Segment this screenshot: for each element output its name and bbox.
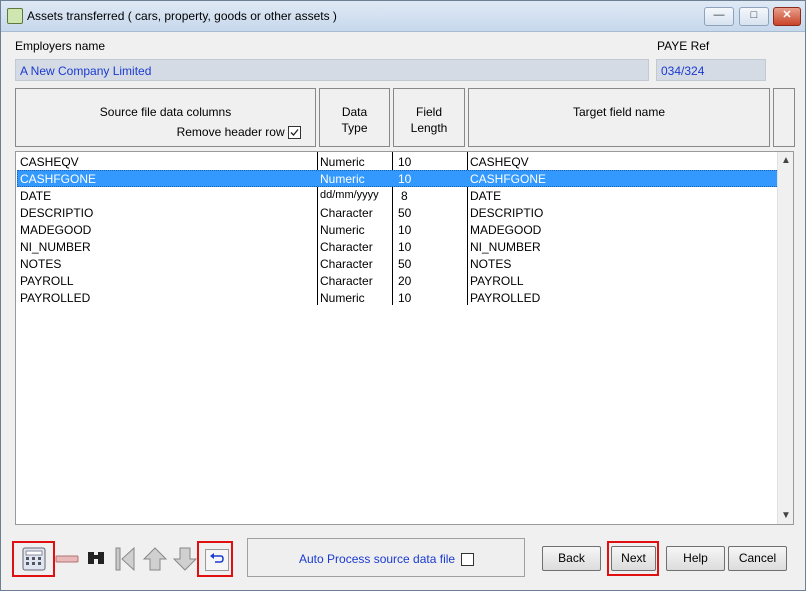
- source-cell: DESCRIPTIO: [20, 206, 94, 220]
- first-record-button[interactable]: [112, 541, 138, 577]
- type-cell: Character: [320, 240, 373, 254]
- table-row[interactable]: PAYROLL Character 20 PAYROLL: [17, 272, 779, 289]
- type-cell: Character: [320, 274, 373, 288]
- table-row[interactable]: NOTES Character 50 NOTES: [17, 255, 779, 272]
- undo-icon: [210, 553, 224, 563]
- up-arrow-icon: [142, 547, 168, 571]
- source-cell: NI_NUMBER: [20, 240, 91, 254]
- target-cell: NOTES: [470, 257, 512, 271]
- close-button[interactable]: ✕: [773, 7, 801, 26]
- auto-process-panel: Auto Process source data file: [247, 538, 525, 577]
- header-spacer: [773, 88, 795, 147]
- length-cell: 8: [401, 189, 408, 203]
- minus-icon: [55, 555, 79, 563]
- target-field-header-label: Target field name: [572, 105, 666, 119]
- field-length-header-line1: Field: [415, 105, 442, 119]
- type-cell: Numeric: [320, 291, 365, 305]
- scroll-up-icon[interactable]: ▲: [781, 155, 791, 166]
- minimize-button[interactable]: —: [704, 7, 734, 26]
- table-row-selected[interactable]: CASHFGONE Numeric 10 CASHFGONE: [17, 170, 779, 187]
- move-up-button[interactable]: [141, 541, 169, 577]
- delete-button[interactable]: [55, 541, 80, 577]
- paye-ref-label: PAYE Ref: [657, 39, 710, 53]
- length-cell: 10: [398, 172, 412, 186]
- vertical-scrollbar[interactable]: ▲ ▼: [777, 152, 793, 524]
- data-type-header-line2: Type: [341, 121, 368, 135]
- title-bar[interactable]: Assets transferred ( cars, property, goo…: [1, 1, 805, 32]
- back-button[interactable]: Back: [542, 546, 601, 571]
- target-cell: DATE: [470, 189, 502, 203]
- type-cell: Numeric: [320, 223, 365, 237]
- source-cell: MADEGOOD: [20, 223, 92, 237]
- first-record-icon: [115, 546, 135, 572]
- calculator-icon: [22, 547, 46, 571]
- calculator-button[interactable]: [12, 541, 55, 577]
- type-cell: Character: [320, 206, 373, 220]
- source-cell: CASHEQV: [20, 155, 79, 169]
- type-cell: dd/mm/yyyy: [320, 189, 379, 201]
- target-cell: MADEGOOD: [470, 223, 542, 237]
- field-length-header-line2: Length: [410, 121, 448, 135]
- type-cell: Character: [320, 257, 373, 271]
- mapping-grid[interactable]: CASHEQV Numeric 10 CASHEQV CASHFGONE Num…: [15, 151, 794, 525]
- target-field-header: Target field name: [468, 88, 770, 147]
- type-cell: Numeric: [320, 155, 365, 169]
- table-row[interactable]: CASHEQV Numeric 10 CASHEQV: [17, 153, 779, 170]
- table-row[interactable]: DATE dd/mm/yyyy 8 DATE: [17, 187, 779, 204]
- remove-header-row-checkbox[interactable]: [288, 126, 301, 140]
- employers-name-label: Employers name: [15, 39, 106, 53]
- down-arrow-icon: [172, 547, 198, 571]
- length-cell: 10: [398, 155, 412, 169]
- help-button[interactable]: Help: [666, 546, 725, 571]
- maximize-button[interactable]: □: [739, 7, 769, 26]
- auto-process-option[interactable]: Auto Process source data file: [299, 552, 475, 567]
- remove-header-row-option[interactable]: Remove header row: [176, 125, 301, 140]
- move-down-button[interactable]: [171, 541, 199, 577]
- next-button[interactable]: Next: [611, 546, 656, 571]
- target-cell: DESCRIPTIO: [470, 206, 544, 220]
- binoculars-icon: [88, 552, 104, 564]
- length-cell: 50: [398, 257, 412, 271]
- find-button[interactable]: [83, 541, 109, 577]
- type-cell: Numeric: [320, 172, 365, 186]
- length-cell: 10: [398, 240, 412, 254]
- cancel-button[interactable]: Cancel: [728, 546, 787, 571]
- field-length-header: Field Length: [393, 88, 465, 147]
- length-cell: 10: [398, 291, 412, 305]
- table-row[interactable]: DESCRIPTIO Character 50 DESCRIPTIO: [17, 204, 779, 221]
- source-columns-header: Source file data columns Remove header r…: [15, 88, 316, 147]
- source-columns-header-label: Source file data columns: [99, 105, 232, 119]
- employers-name-field[interactable]: A New Company Limited: [15, 59, 649, 81]
- auto-process-label: Auto Process source data file: [299, 552, 456, 566]
- table-row[interactable]: MADEGOOD Numeric 10 MADEGOOD: [17, 221, 779, 238]
- paye-ref-field[interactable]: 034/324: [656, 59, 766, 81]
- source-cell: CASHFGONE: [20, 172, 97, 186]
- target-cell: NI_NUMBER: [470, 240, 541, 254]
- remove-header-row-label: Remove header row: [176, 125, 285, 139]
- length-cell: 50: [398, 206, 412, 220]
- table-row[interactable]: PAYROLLED Numeric 10 PAYROLLED: [17, 289, 779, 306]
- source-cell: PAYROLL: [20, 274, 74, 288]
- target-cell: CASHEQV: [470, 155, 529, 169]
- target-cell: PAYROLL: [470, 274, 524, 288]
- checkmark-icon: [290, 129, 299, 137]
- app-icon: [7, 8, 23, 24]
- length-cell: 10: [398, 223, 412, 237]
- table-row[interactable]: NI_NUMBER Character 10 NI_NUMBER: [17, 238, 779, 255]
- scroll-down-icon[interactable]: ▼: [781, 510, 791, 521]
- auto-process-checkbox[interactable]: [461, 553, 475, 567]
- data-type-header: Data Type: [319, 88, 390, 147]
- window-title: Assets transferred ( cars, property, goo…: [27, 9, 337, 23]
- main-window: Assets transferred ( cars, property, goo…: [0, 0, 806, 591]
- data-type-header-line1: Data: [341, 105, 368, 119]
- length-cell: 20: [398, 274, 412, 288]
- target-cell: PAYROLLED: [470, 291, 541, 305]
- source-cell: NOTES: [20, 257, 62, 271]
- target-cell: CASHFGONE: [470, 172, 547, 186]
- source-cell: DATE: [20, 189, 52, 203]
- source-cell: PAYROLLED: [20, 291, 91, 305]
- undo-button[interactable]: [197, 541, 233, 577]
